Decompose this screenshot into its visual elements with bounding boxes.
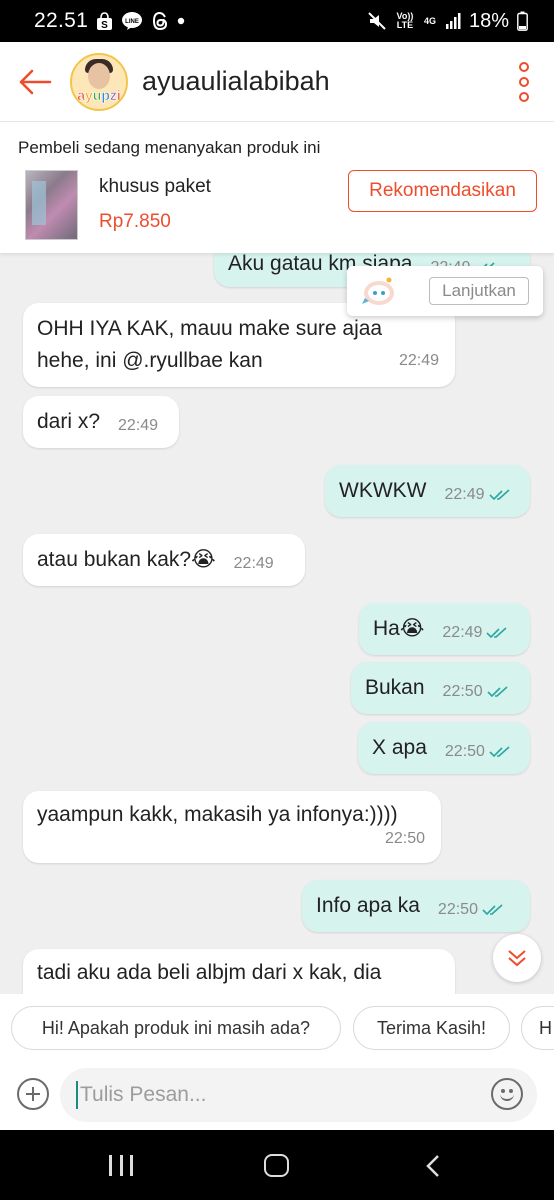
- status-time: 22.51: [34, 9, 89, 32]
- message-bubble-outgoing[interactable]: X apa 22:50: [358, 722, 530, 774]
- chatbot-icon[interactable]: [359, 274, 399, 308]
- chat-header: ayupzi ayuaulialabibah: [0, 42, 554, 122]
- message-text: Bukan: [365, 676, 425, 699]
- message-text: X apa: [372, 736, 427, 759]
- read-ticks-icon: [489, 746, 510, 758]
- chat-username[interactable]: ayuaulialabibah: [142, 66, 330, 97]
- message-text: Info apa ka: [316, 894, 420, 917]
- message-bubble-outgoing[interactable]: Ha😭 22:49: [359, 603, 530, 655]
- message-text: WKWKW: [339, 479, 427, 502]
- shopee-notification-icon: S: [96, 11, 113, 31]
- message-bubble-incoming[interactable]: atau bukan kak?😭 22:49: [23, 534, 305, 586]
- menu-dot-icon: [519, 76, 529, 87]
- svg-text:S: S: [101, 20, 108, 31]
- quick-replies-bar: Hi! Apakah produk ini masih ada? Terima …: [0, 994, 554, 1062]
- message-bubble-incoming[interactable]: tadi aku ada beli albjm dari x kak, dia: [23, 949, 455, 994]
- more-options-button[interactable]: [494, 42, 554, 122]
- menu-dot-icon: [519, 61, 529, 72]
- double-chevron-down-icon: [508, 950, 526, 967]
- continue-button[interactable]: Lanjutkan: [429, 277, 529, 305]
- message-text: OHH IYA KAK, mauu make sure ajaa hehe, i…: [37, 317, 383, 372]
- battery-icon: [517, 11, 528, 31]
- message-time: 22:49: [118, 417, 159, 434]
- volte-icon: Vo)) LTE: [396, 11, 414, 30]
- 4g-icon: 4G: [423, 15, 436, 26]
- message-time: 22:50: [444, 743, 485, 760]
- product-notice: Pembeli sedang menanyakan produk ini: [18, 138, 321, 157]
- message-text: Ha😭: [373, 617, 425, 640]
- threads-icon: [151, 11, 169, 31]
- message-time: 22:50: [437, 901, 478, 918]
- message-time: 22:50: [384, 830, 425, 847]
- signal-icon: [445, 12, 461, 30]
- back-button[interactable]: [0, 42, 70, 122]
- avatar-face: [88, 62, 110, 89]
- status-bar: 22.51 S LINE Vo)) LTE 4G 18%: [0, 0, 554, 42]
- product-price: Rp7.850: [99, 211, 171, 232]
- product-thumbnail[interactable]: [25, 170, 78, 240]
- recommend-button[interactable]: Rekomendasikan: [348, 170, 537, 212]
- dot-icon: [177, 17, 185, 25]
- smile-icon: [500, 1093, 514, 1101]
- home-button[interactable]: [264, 1154, 289, 1177]
- message-time: 22:49: [442, 624, 483, 641]
- svg-text:LINE: LINE: [125, 19, 139, 25]
- plus-icon: [26, 1087, 40, 1101]
- message-time: 22:49: [398, 352, 439, 369]
- message-input-placeholder: Tulis Pesan...: [80, 1083, 207, 1106]
- quick-reply-chip[interactable]: Hi! Apakah produk ini masih ada?: [11, 1006, 341, 1050]
- product-inquiry-panel: Pembeli sedang menanyakan produk ini khu…: [0, 122, 554, 253]
- menu-dot-icon: [519, 91, 529, 102]
- message-time: 22:49: [233, 555, 274, 572]
- chat-messages[interactable]: Aku gatau km siapa 22:49 OHH IYA KAK, ma…: [0, 253, 554, 994]
- avatar-logo-text: ayupzi: [77, 86, 121, 103]
- message-input[interactable]: Tulis Pesan...: [60, 1068, 537, 1122]
- message-input-bar: Tulis Pesan...: [0, 1062, 554, 1130]
- message-bubble-outgoing[interactable]: WKWKW 22:49: [325, 465, 530, 517]
- line-icon: LINE: [121, 11, 143, 31]
- message-bubble-outgoing[interactable]: Bukan 22:50: [351, 662, 530, 714]
- message-bubble-outgoing[interactable]: Info apa ka 22:50: [302, 880, 530, 932]
- product-name[interactable]: khusus paket: [99, 176, 211, 198]
- chatbot-continue-popup: Lanjutkan: [347, 266, 543, 316]
- recent-apps-icon: [109, 1155, 112, 1176]
- back-chevron-icon: [426, 1155, 439, 1177]
- message-text: dari x?: [37, 410, 101, 433]
- system-navigation-bar: [0, 1130, 554, 1200]
- message-time: 22:50: [442, 683, 483, 700]
- read-ticks-icon: [486, 627, 507, 639]
- message-text: atau bukan kak?😭: [37, 548, 216, 571]
- quick-reply-chip[interactable]: H: [521, 1006, 554, 1050]
- emoji-button[interactable]: [491, 1078, 523, 1110]
- quick-reply-chip[interactable]: Terima Kasih!: [353, 1006, 510, 1050]
- recent-apps-button[interactable]: [109, 1155, 133, 1176]
- message-time: 22:49: [444, 486, 485, 503]
- battery-percentage: 18%: [468, 9, 509, 32]
- mute-icon: [367, 11, 387, 31]
- message-bubble-incoming[interactable]: yaampun kakk, makasih ya infonya:)))) 22…: [23, 791, 441, 863]
- system-back-button[interactable]: [424, 1154, 442, 1178]
- message-bubble-incoming[interactable]: dari x? 22:49: [23, 396, 179, 448]
- read-ticks-icon: [482, 904, 503, 916]
- avatar[interactable]: ayupzi: [70, 52, 128, 111]
- scroll-to-bottom-button[interactable]: [493, 934, 541, 982]
- read-ticks-icon: [488, 489, 510, 501]
- read-ticks-icon: [487, 686, 508, 698]
- message-text: yaampun kakk, makasih ya infonya:)))): [37, 803, 398, 826]
- back-arrow-icon: [19, 69, 52, 94]
- message-text: tadi aku ada beli albjm dari x kak, dia: [37, 961, 382, 984]
- text-caret: [76, 1081, 78, 1109]
- attach-button[interactable]: [17, 1078, 49, 1110]
